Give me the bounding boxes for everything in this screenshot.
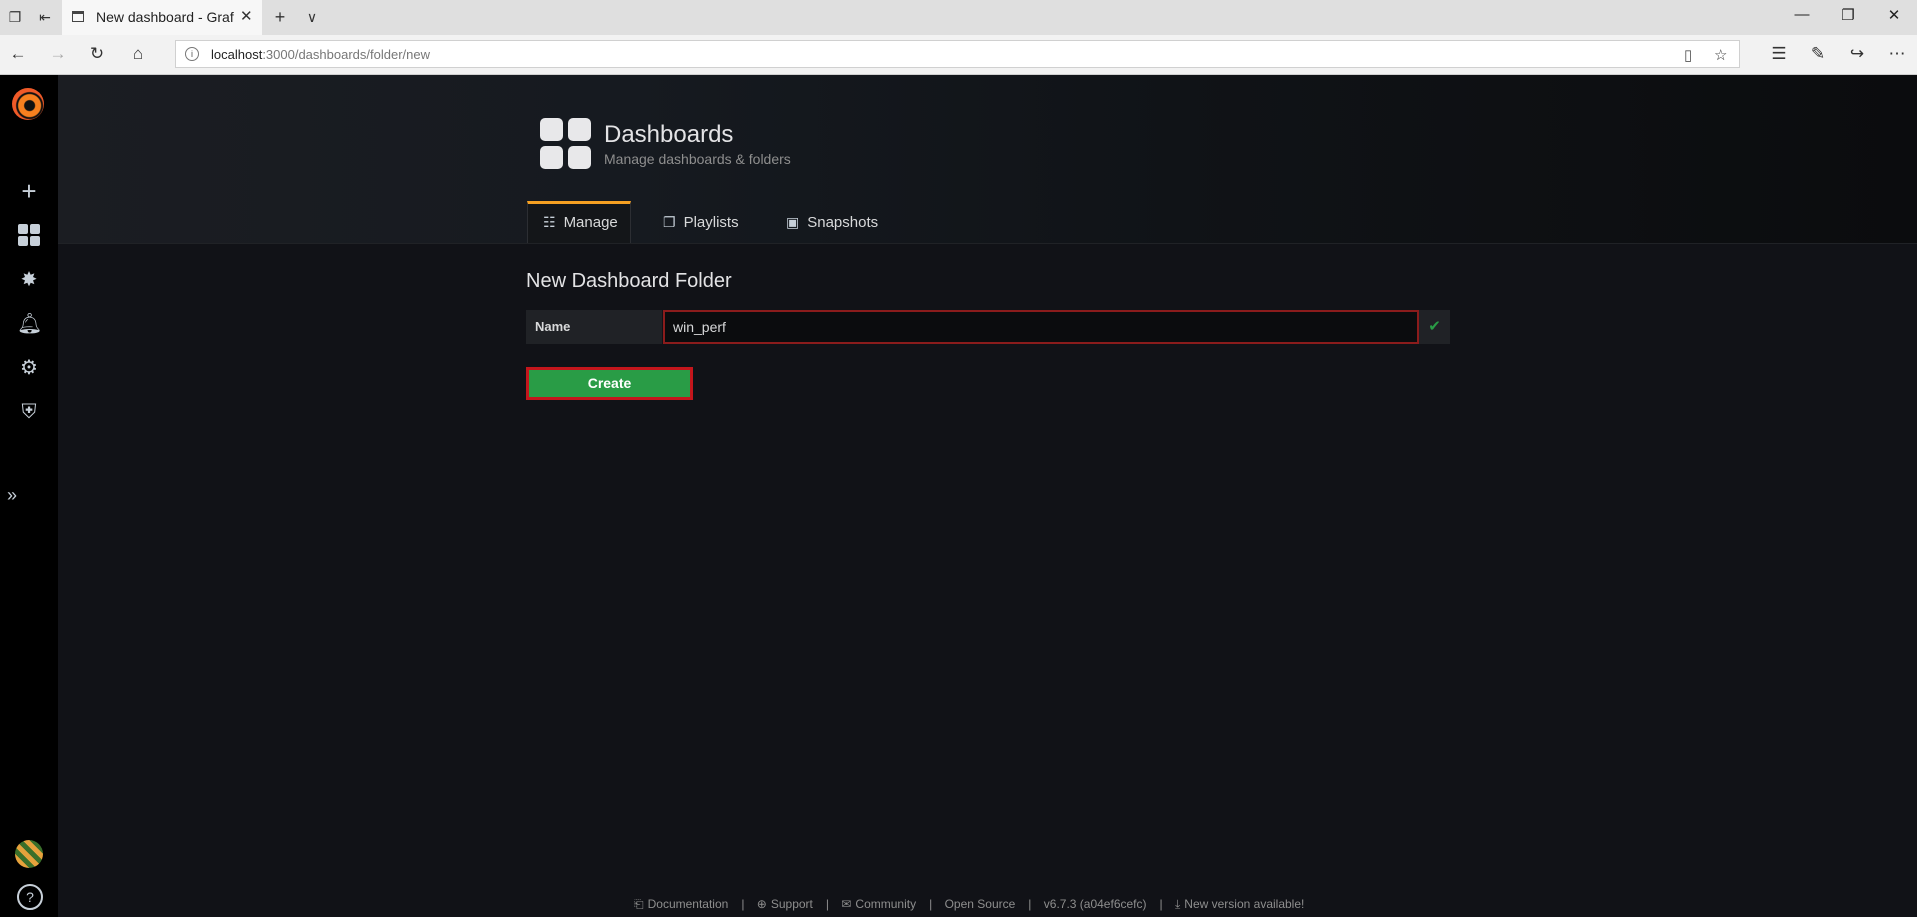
tab-actions-icon[interactable]: ❐ (4, 6, 26, 28)
minimize-icon[interactable]: — (1787, 6, 1817, 23)
footer-community-link[interactable]: Community (855, 897, 916, 911)
tab-playlists[interactable]: ❐ Playlists (663, 201, 739, 243)
home-icon[interactable]: ⌂ (127, 43, 149, 65)
page-icon (72, 11, 84, 22)
valid-check-icon: ✔ (1419, 310, 1450, 344)
address-bar[interactable]: i localhost:3000/dashboards/folder/new ▯… (175, 40, 1740, 68)
download-icon: ⤓ (1174, 897, 1181, 911)
footer: ⎗ Documentation | ⊕ Support | ✉ Community | Op… (634, 897, 1308, 912)
page-header-title: Dashboards (604, 121, 734, 148)
browser-nav-bar: ← → ↻ ⌂ i localhost:3000/dashboards/fold… (0, 35, 1917, 75)
refresh-icon[interactable]: ↻ (86, 43, 108, 65)
create-plus-icon[interactable]: + (17, 178, 41, 204)
tab-manage-label: Manage (563, 214, 618, 231)
forward-icon[interactable]: → (47, 43, 69, 65)
url-host: localhost (211, 47, 263, 62)
page-title: New Dashboard Folder (526, 270, 732, 292)
pen-icon[interactable]: ✎ (1807, 43, 1829, 65)
playlist-icon: ❐ (663, 214, 676, 230)
document-icon: ⎗ (634, 897, 644, 911)
reading-view-icon[interactable]: ▯ (1684, 46, 1692, 64)
browser-tab-bar: ❐ ⇤ New dashboard - Grafana ✕ + ∨ — ❐ ✕ (0, 0, 1917, 35)
folder-name-input[interactable] (663, 310, 1419, 344)
footer-open-source-link[interactable]: Open Source (945, 897, 1016, 911)
tab-list-chevron-icon[interactable]: ∨ (301, 6, 323, 28)
create-button[interactable]: Create (526, 367, 693, 400)
tab-snapshots-label: Snapshots (807, 214, 879, 231)
alerting-bell-icon[interactable]: 🔔︎ (17, 312, 42, 336)
share-icon[interactable]: ↪ (1846, 43, 1868, 65)
tab-playlists-label: Playlists (683, 214, 739, 231)
page-header-subtitle: Manage dashboards & folders (604, 151, 791, 167)
explore-compass-icon[interactable]: ✸ (17, 268, 41, 292)
expand-menu-icon[interactable]: » (0, 483, 24, 507)
footer-documentation-link[interactable]: Documentation (648, 897, 729, 911)
divider: | (1159, 897, 1163, 911)
window-close-icon[interactable]: ✕ (1879, 6, 1909, 24)
help-icon[interactable]: ? (17, 884, 43, 910)
avatar[interactable] (15, 840, 43, 868)
divider: | (1028, 897, 1032, 911)
url-path: :3000/dashboards/folder/new (262, 47, 430, 62)
back-icon[interactable]: ← (7, 43, 29, 65)
footer-new-version-link[interactable]: New version available! (1184, 897, 1304, 911)
restore-icon[interactable]: ❐ (1833, 6, 1863, 24)
tab-title: New dashboard - Grafana (96, 9, 234, 25)
tab-manage[interactable]: ☷ Manage (527, 201, 631, 243)
more-icon[interactable]: ⋯ (1886, 43, 1908, 65)
grafana-logo-icon[interactable] (12, 88, 44, 120)
configuration-gear-icon[interactable]: ⚙ (17, 356, 41, 380)
divider: | (825, 897, 830, 911)
new-tab-icon[interactable]: + (269, 6, 291, 28)
name-label: Name (526, 310, 662, 344)
url-text: localhost:3000/dashboards/folder/new (211, 47, 430, 62)
dashboards-header-icon (540, 118, 592, 170)
set-aside-tabs-icon[interactable]: ⇤ (34, 6, 56, 28)
browser-tab[interactable]: New dashboard - Grafana ✕ (62, 0, 262, 35)
site-info-icon[interactable]: i (185, 47, 199, 61)
server-admin-shield-icon[interactable]: ⛨ (17, 400, 41, 424)
snapshot-icon: ▣ (786, 214, 800, 230)
support-globe-icon: ⊕ (756, 897, 767, 911)
favorites-list-icon[interactable]: ☰ (1768, 43, 1790, 65)
sitemap-icon: ☷ (543, 214, 556, 230)
divider: | (929, 897, 933, 911)
divider: | (741, 897, 745, 911)
community-comments-icon: ✉ (841, 897, 852, 911)
dashboards-icon[interactable] (17, 224, 41, 248)
page-header (58, 75, 1917, 244)
footer-version: v6.7.3 (a04ef6cefc) (1043, 897, 1147, 911)
favorite-star-icon[interactable]: ☆ (1714, 46, 1727, 64)
tab-snapshots[interactable]: ▣ Snapshots (786, 201, 878, 243)
footer-support-link[interactable]: Support (771, 897, 813, 911)
tab-close-icon[interactable]: ✕ (240, 7, 253, 25)
